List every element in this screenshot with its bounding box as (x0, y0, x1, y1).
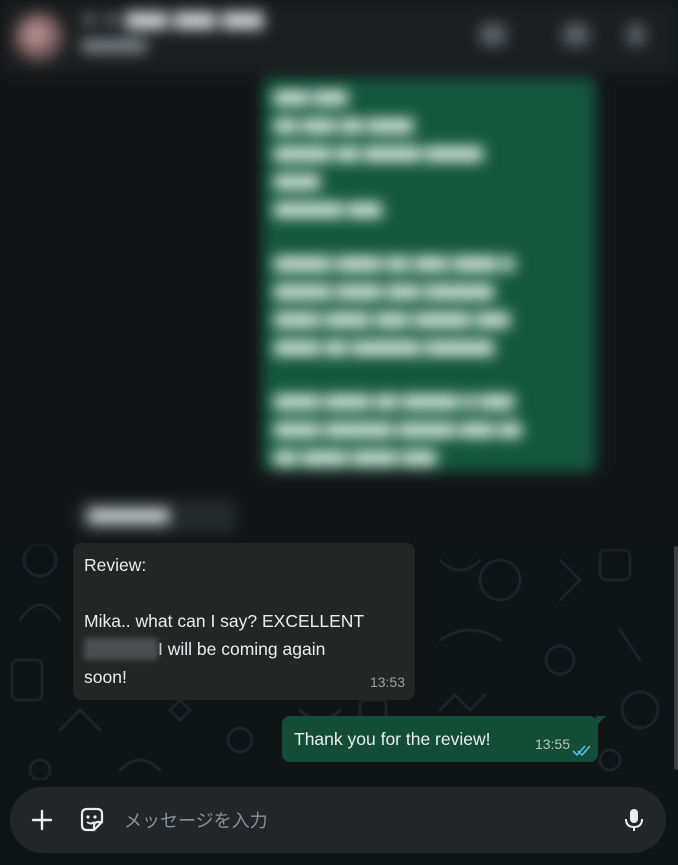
message-timestamp: 13:55 (534, 736, 570, 752)
attach-plus-icon[interactable] (26, 804, 58, 836)
message-text: Thank you for the review! (294, 729, 491, 749)
message-text-line: soon! (84, 667, 127, 687)
microphone-icon[interactable] (618, 804, 650, 836)
message-timestamp: 13:53 (369, 674, 405, 690)
redacted-text (84, 638, 158, 660)
message-text-line: Mika.. what can I say? EXCELLENT (84, 611, 365, 631)
search-icon[interactable] (563, 24, 589, 46)
blurred-small-message: ▇▇▇▇▇▇▇ (78, 500, 236, 534)
blurred-message-bubble: ▇▇▇ ▇▇▇ ▇▇ ▇▇▇ ▇▇ ▇▇▇▇ ▇▇▇▇▇ ▇▇ ▇▇▇▇▇ ▇▇… (262, 78, 596, 472)
blurred-paragraph: ▇▇▇▇ ▇▇▇▇ ▇▇ ▇▇▇▇▇ ▇ ▇▇▇ ▇▇▇▇ ▇▇▇▇▇▇ ▇▇▇… (274, 393, 522, 466)
chat-scrollbar[interactable] (674, 546, 678, 770)
incoming-message[interactable]: Review: Mika.. what can I say? EXCELLENT… (73, 543, 415, 700)
blurred-paragraph: ▇▇▇▇▇ ▇▇▇▇ ▇▇ ▇▇▇ ▇▇▇▇ ▇ ▇▇▇▇▇ ▇▇▇▇ ▇▇▇ … (274, 255, 515, 356)
contact-avatar[interactable] (14, 12, 64, 62)
blurred-paragraph: ▇▇▇ ▇▇▇ ▇▇ ▇▇▇ ▇▇ ▇▇▇▇ ▇▇▇▇▇ ▇▇ ▇▇▇▇▇ ▇▇… (274, 89, 483, 218)
bubble-tail (596, 716, 606, 726)
message-text-fragment: I will be coming again (158, 639, 326, 659)
message-composer (10, 787, 666, 853)
message-text-line: I will be coming again (84, 635, 404, 663)
menu-icon[interactable] (627, 24, 645, 46)
double-check-read-icon (572, 745, 590, 757)
contact-name[interactable]: ★ ★ ▇▇▇ ▇▇▇ ▇▇▇ (82, 10, 264, 30)
blurred-history: ★ ★ ▇▇▇ ▇▇▇ ▇▇▇ ▇▇▇▇▇▇▇ ▇▇▇ ▇▇▇ ▇▇ ▇▇▇ ▇… (0, 0, 678, 545)
chat-header[interactable]: ★ ★ ▇▇▇ ▇▇▇ ▇▇▇ ▇▇▇▇▇▇▇ (0, 0, 678, 74)
contact-status: ▇▇▇▇▇▇▇ (82, 38, 147, 52)
sticker-icon[interactable] (76, 804, 108, 836)
video-call-icon[interactable] (480, 24, 506, 46)
outgoing-message[interactable]: Thank you for the review! 13:55 (282, 716, 606, 762)
message-text-line: Review: (84, 555, 147, 575)
message-input[interactable] (122, 803, 586, 839)
